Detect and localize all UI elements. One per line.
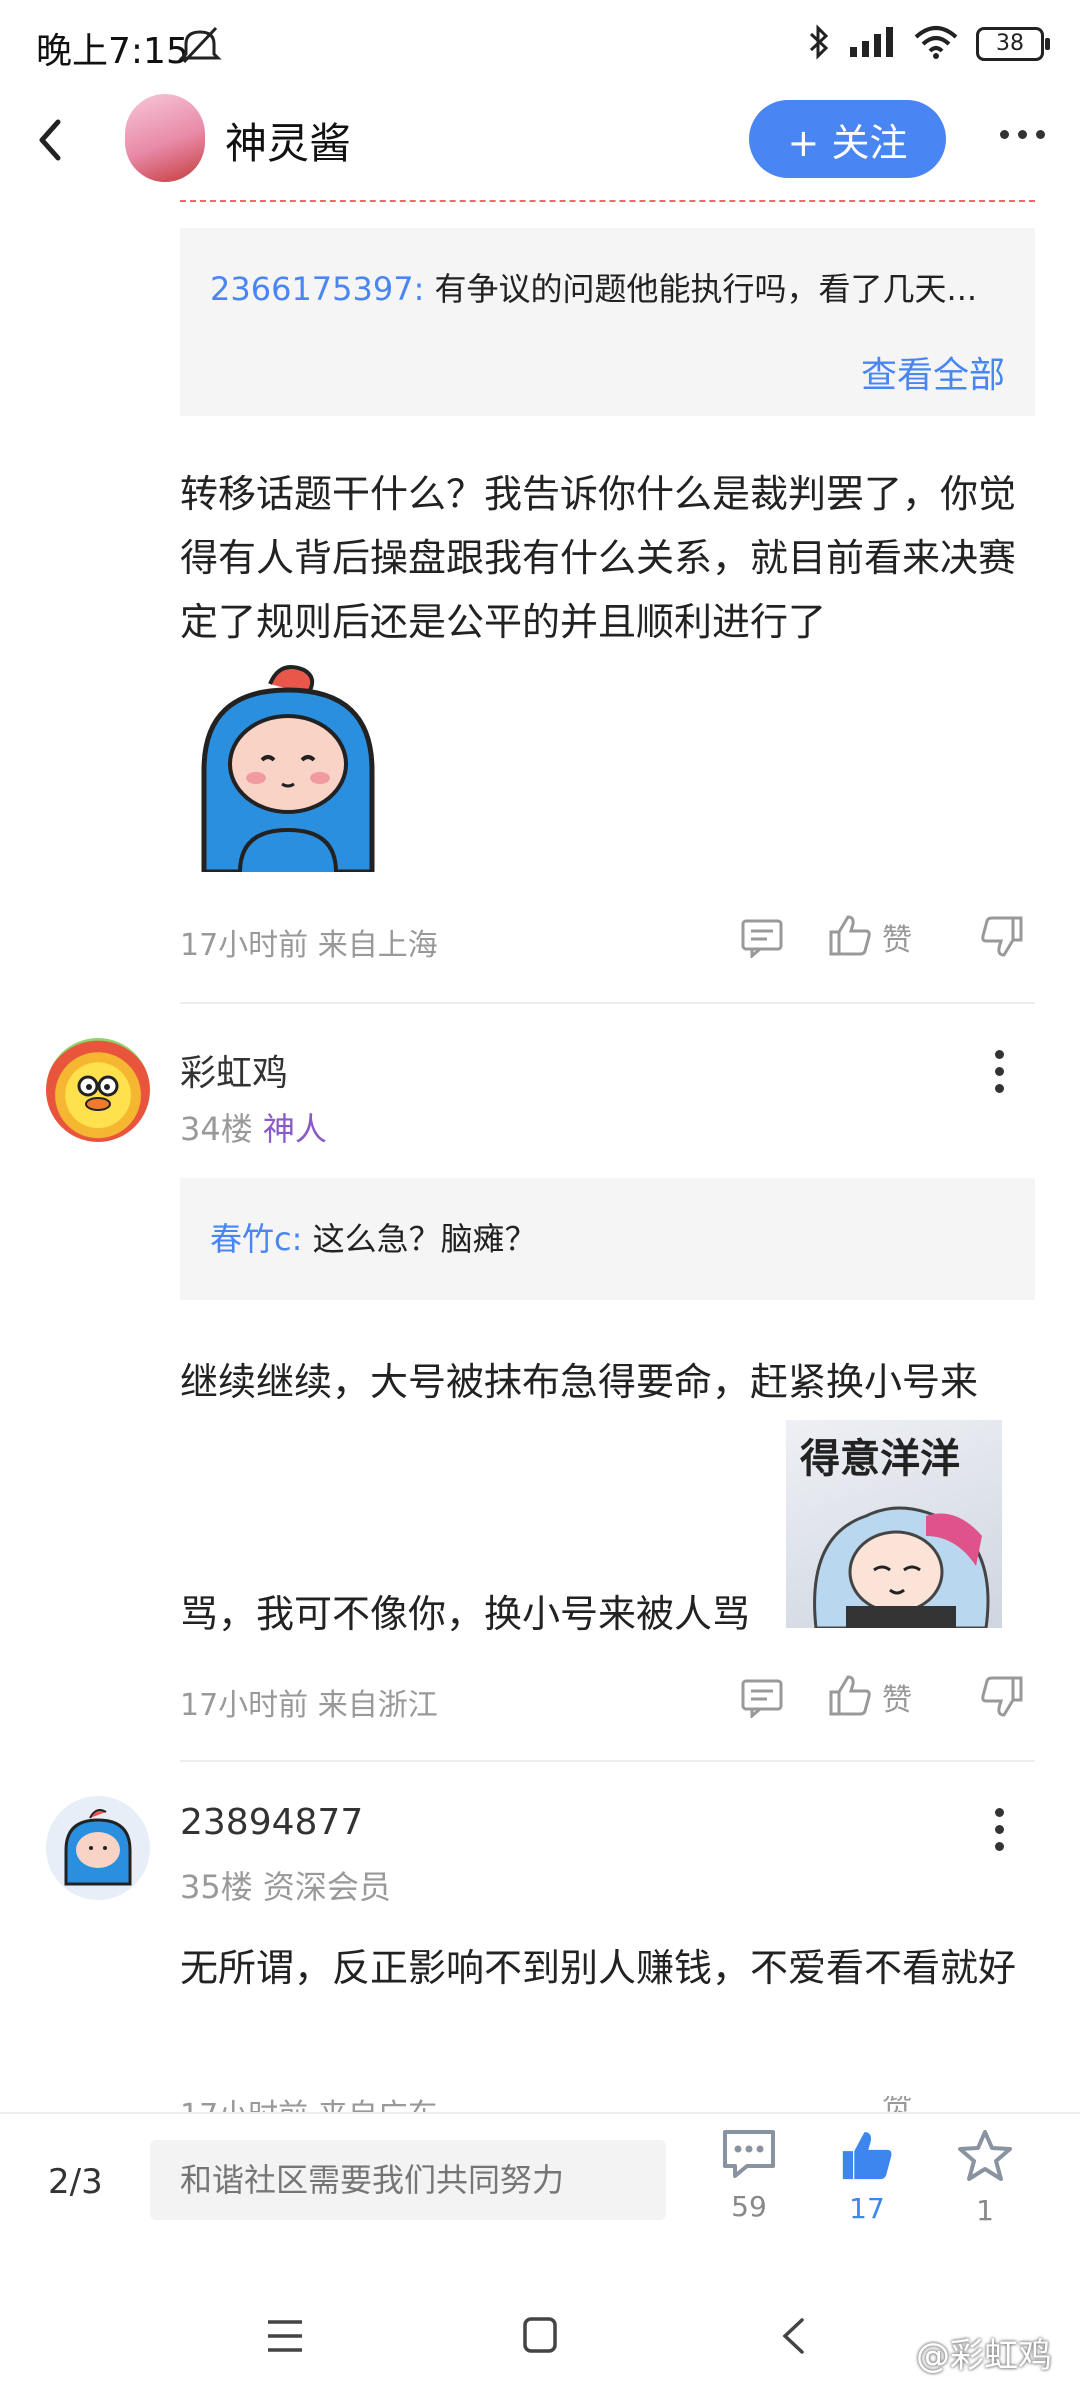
reply-icon[interactable]	[740, 918, 784, 962]
comment-icon	[721, 2130, 777, 2184]
username[interactable]: 彩虹鸡	[180, 1044, 288, 1096]
status-icons: 38	[808, 24, 1050, 64]
like-button[interactable]: 赞	[828, 2096, 912, 2112]
bottom-action-bar: 2/3 59 17 1	[0, 2112, 1080, 2284]
favorite-count: 1	[976, 2194, 994, 2227]
floor-number: 35楼	[180, 1868, 253, 1906]
comment-options-button[interactable]	[995, 1050, 1004, 1093]
back-button[interactable]	[30, 112, 70, 168]
thumbs-down-icon[interactable]	[980, 1676, 1024, 1722]
quoted-reply-box[interactable]: 春竹c: 这么急？脑瘫？	[180, 1178, 1035, 1300]
menu-icon[interactable]	[266, 2318, 304, 2358]
sticker-image	[200, 660, 380, 875]
star-icon	[956, 2130, 1014, 2188]
like-label: 赞	[882, 2096, 912, 2112]
comments-button[interactable]: 59	[704, 2128, 794, 2223]
wifi-icon	[914, 25, 958, 63]
bluetooth-icon	[808, 24, 830, 64]
comment-text: 转移话题干什么？我告诉你什么是裁判罢了，你觉得有人背后操盘跟我有什么关系，就目前…	[180, 472, 1017, 644]
comment-count: 59	[731, 2190, 767, 2223]
battery-indicator: 38	[976, 27, 1050, 61]
user-badge: 资深会员	[262, 1868, 391, 1906]
comment-meta: 17小时前 来自广东	[180, 2098, 438, 2112]
favorite-button[interactable]: 1	[940, 2128, 1030, 2227]
user-avatar[interactable]	[46, 1796, 150, 1900]
comment-meta-text: 17小时前 来自广东	[180, 2098, 438, 2112]
more-options-button[interactable]	[1000, 130, 1045, 139]
thumbs-down-icon[interactable]	[980, 916, 1024, 962]
user-avatar[interactable]	[46, 1038, 150, 1142]
like-label: 赞	[882, 923, 912, 958]
quoted-text: 这么急？脑瘫？	[312, 1220, 537, 1258]
status-time: 晚上7:15	[36, 31, 189, 72]
comment-text-line1: 继续继续，大号被抹布急得要命，赶紧换小号来	[180, 1360, 979, 1404]
quoted-username[interactable]: 春竹c:	[210, 1220, 302, 1258]
dashed-divider	[180, 200, 1035, 202]
thumbs-up-icon	[828, 1674, 872, 1720]
author-name[interactable]: 神灵酱	[225, 110, 351, 171]
view-all-link[interactable]: 查看全部	[861, 346, 1005, 398]
comment-divider	[180, 1760, 1035, 1762]
follow-button[interactable]: + 关注	[749, 100, 946, 178]
like-post-button[interactable]: 17	[822, 2128, 912, 2225]
comment-input[interactable]	[150, 2140, 666, 2220]
user-badge: 神人	[262, 1110, 327, 1148]
quoted-reply-box[interactable]: 2366175397: 有争议的问题他能执行吗，看了几天... 查看全部	[180, 228, 1035, 416]
signal-icon	[848, 25, 896, 63]
quoted-text: 有争议的问题他能执行吗，看了几天...	[434, 270, 978, 308]
comment-text-line2: 骂，我可不像你，换小号来被人骂	[180, 1592, 751, 1636]
like-button[interactable]: 赞	[828, 914, 912, 960]
comment-meta: 17小时前 来自上海	[180, 928, 438, 963]
back-nav-icon[interactable]	[780, 2316, 806, 2360]
like-count: 17	[849, 2192, 885, 2225]
like-button[interactable]: 赞	[828, 1674, 912, 1720]
author-avatar[interactable]	[125, 94, 205, 182]
comment-options-button[interactable]	[995, 1808, 1004, 1851]
status-bar: 晚上7:15 38	[0, 0, 1080, 90]
watermark-text: @彩虹鸡	[916, 2336, 1052, 2376]
page-indicator[interactable]: 2/3	[48, 2162, 103, 2202]
thumbs-up-icon	[828, 914, 872, 960]
reply-icon[interactable]	[740, 1678, 784, 1722]
floor-number: 34楼	[180, 1110, 253, 1148]
comment-text: 无所谓，反正影响不到别人赚钱，不爱看不看就好	[180, 1946, 1017, 1990]
thumbs-up-filled-icon	[839, 2132, 895, 2186]
quoted-username[interactable]: 2366175397:	[210, 270, 424, 308]
comment-meta: 17小时前 来自浙江	[180, 1688, 438, 1723]
mute-icon	[178, 26, 222, 70]
username[interactable]: 23894877	[180, 1802, 363, 1843]
like-label: 赞	[882, 1683, 912, 1718]
top-nav: 神灵酱 + 关注	[0, 90, 1080, 190]
home-icon[interactable]	[522, 2316, 558, 2358]
comment-divider	[180, 1002, 1035, 1004]
